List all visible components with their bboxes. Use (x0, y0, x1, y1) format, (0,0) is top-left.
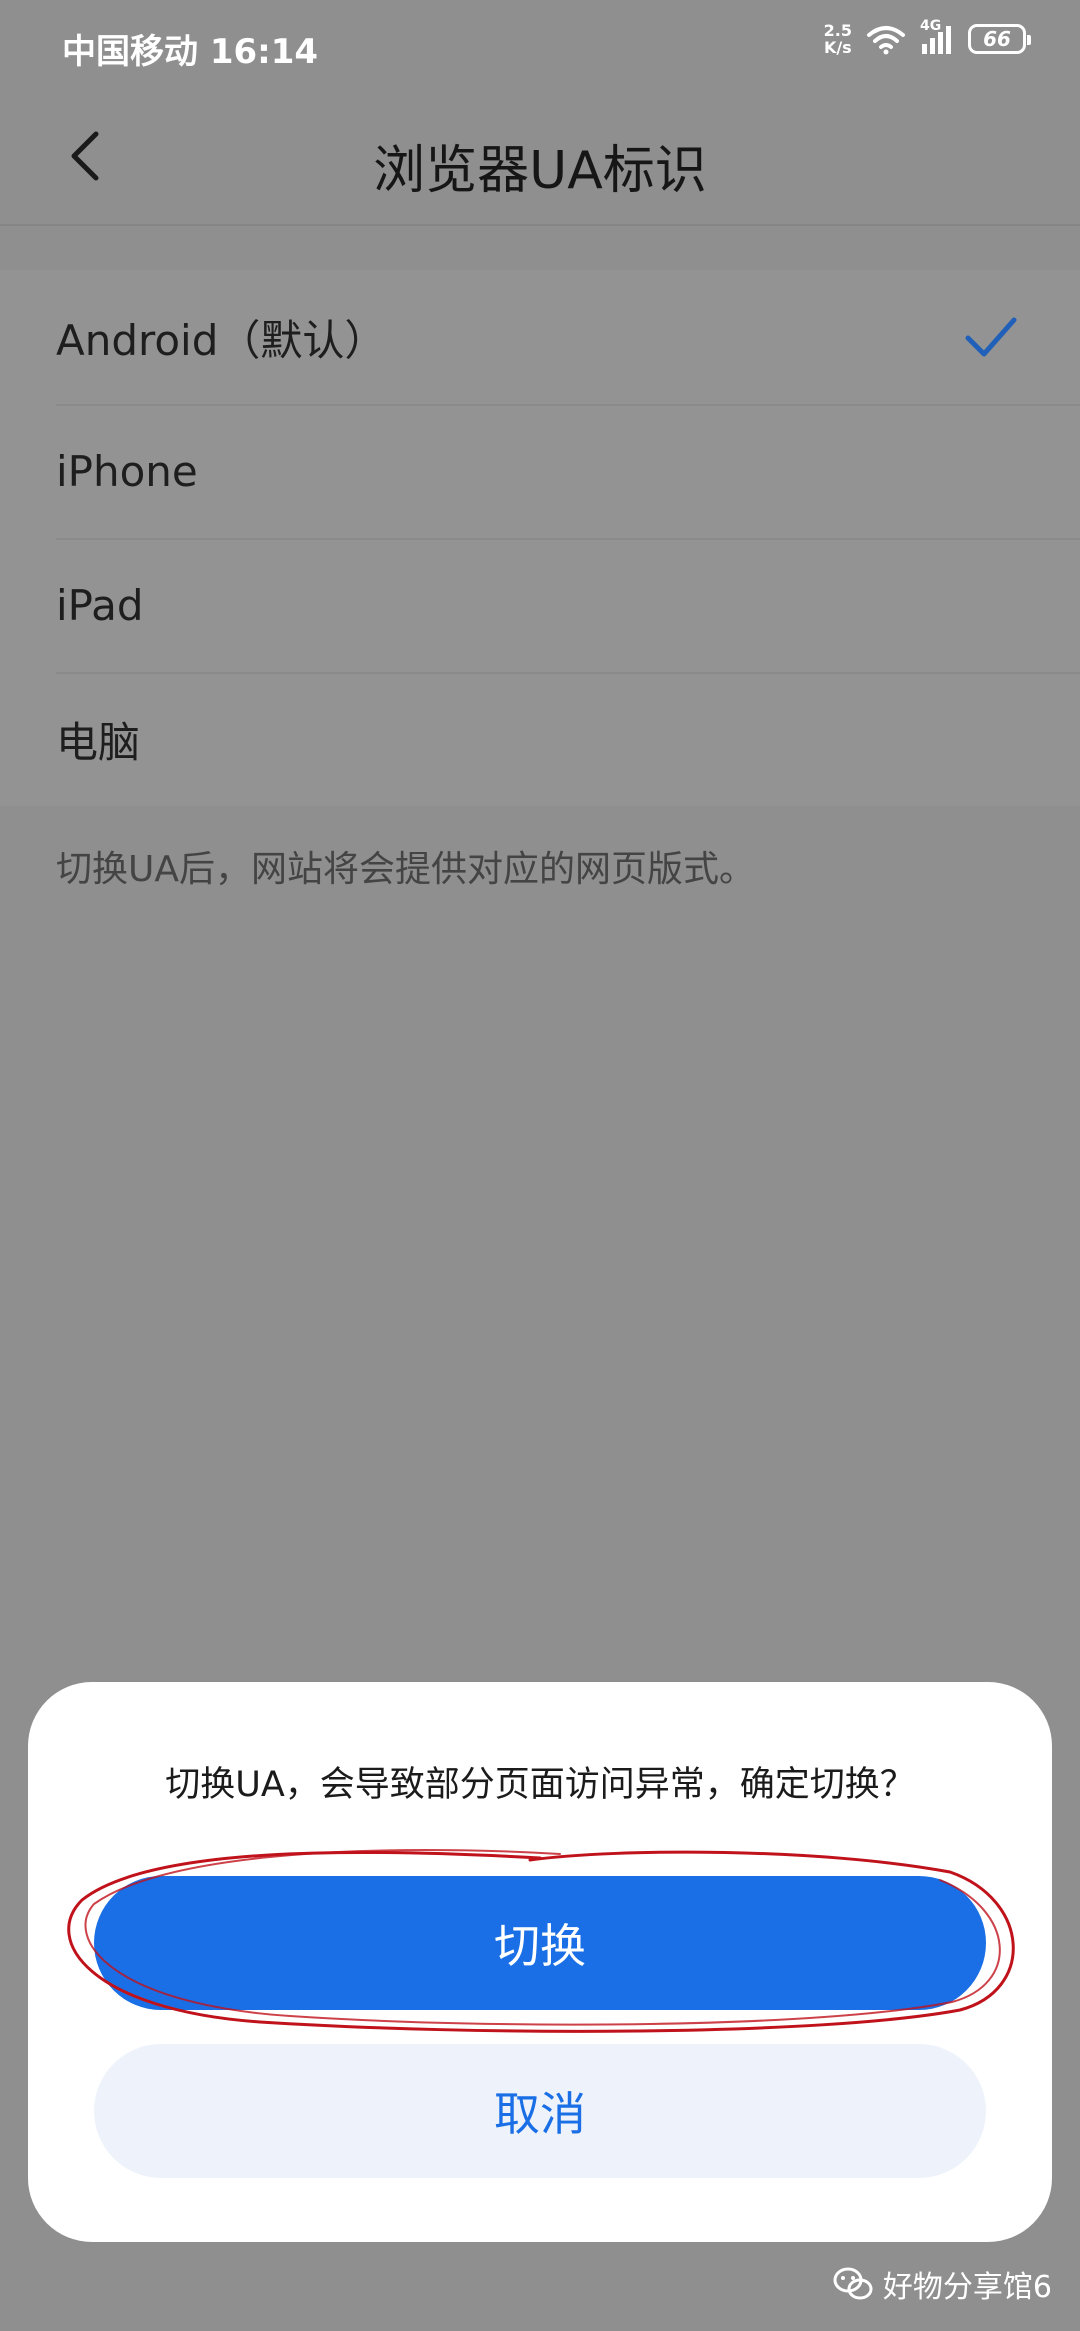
ua-option-label: iPhone (56, 446, 198, 496)
network-speed-value: 2.5 (823, 21, 852, 40)
dialog-message: 切换UA，会导致部分页面访问异常，确定切换？ (165, 1765, 915, 1805)
cellular-signal: 4G (920, 18, 954, 54)
ua-option-label: iPad (56, 580, 144, 630)
carrier-time: 中国移动 16:14 (62, 32, 319, 72)
network-speed-unit: K/s (823, 38, 852, 57)
ua-option-android[interactable]: Android（默认） (0, 270, 1080, 404)
ua-option-label: Android（默认） (56, 315, 387, 365)
ua-option-iphone[interactable]: iPhone (0, 404, 1080, 538)
confirm-dialog: 切换UA，会导致部分页面访问异常，确定切换？ 切换 取消 (28, 1682, 1052, 2242)
network-type: 4G (920, 18, 942, 34)
watermark: 好物分享馆6 (833, 2262, 1052, 2306)
battery-icon: 66 (968, 24, 1031, 54)
battery-level: 66 (983, 27, 1011, 51)
wechat-icon (833, 2267, 873, 2300)
checkmark-icon (965, 317, 1017, 357)
wifi-icon (867, 26, 905, 55)
network-speed: 2.5 K/s (824, 22, 852, 56)
screen: 中国移动 16:14 2.5 K/s 4G 66 浏览器UA标识 Android… (0, 0, 1080, 2331)
page-title: 浏览器UA标识 (373, 141, 707, 201)
ua-hint-text: 切换UA后，网站将会提供对应的网页版式。 (56, 849, 755, 890)
watermark-text: 好物分享馆6 (882, 2270, 1052, 2305)
status-icons: 2.5 K/s 4G 66 (824, 18, 1031, 56)
ua-option-label: 电脑 (56, 717, 141, 767)
ua-option-ipad[interactable]: iPad (0, 538, 1080, 672)
ua-option-desktop[interactable]: 电脑 (0, 672, 1080, 806)
confirm-switch-button[interactable]: 切换 (94, 1876, 986, 2010)
cancel-button[interactable]: 取消 (94, 2044, 986, 2178)
status-bar: 中国移动 16:14 2.5 K/s 4G 66 (0, 0, 1080, 90)
ua-option-list: Android（默认） iPhone iPad 电脑 (0, 270, 1080, 806)
app-header: 浏览器UA标识 (0, 90, 1080, 226)
